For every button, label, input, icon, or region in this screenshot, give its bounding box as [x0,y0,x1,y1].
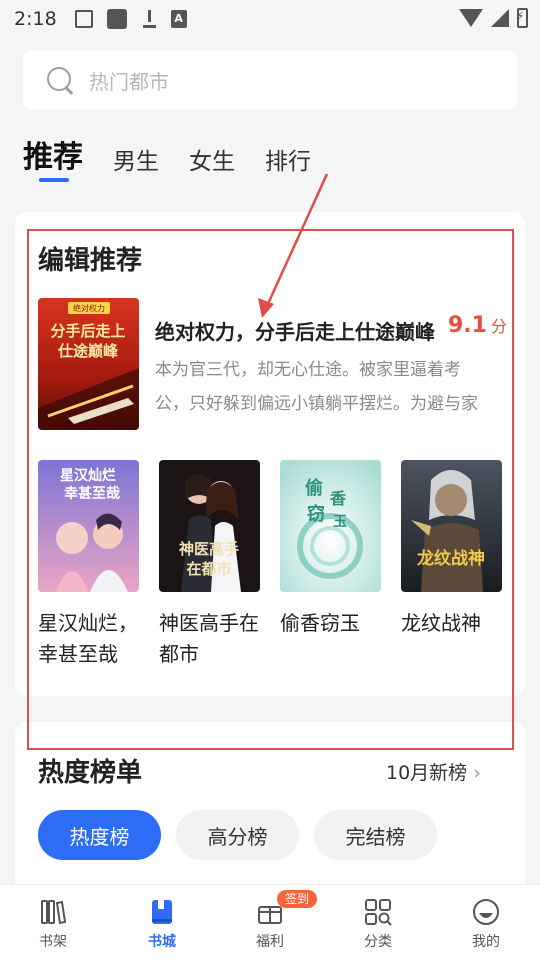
profile-icon [471,897,501,927]
svg-text:幸甚至哉: 幸甚至哉 [64,485,120,502]
pill-high-score[interactable]: 高分榜 [176,810,299,860]
category-tabs: 推荐 男生 女生 排行 [23,132,341,176]
book-item[interactable]: 星汉灿烂 幸甚至哉 星汉灿烂，幸甚至哉 [38,460,139,670]
svg-text:星汉灿烂: 星汉灿烂 [60,467,116,484]
chevron-right-icon: › [473,762,481,784]
nav-label: 书架 [39,934,67,950]
svg-text:玉: 玉 [333,514,347,530]
svg-text:香: 香 [329,489,347,508]
more-link-label[interactable]: 10月新榜 [386,762,467,784]
status-bar: 2:18 A [0,0,540,38]
tab-male[interactable]: 男生 [113,142,159,176]
nav-profile[interactable]: 我的 [441,885,531,960]
search-icon [45,65,75,95]
font-icon: A [170,10,187,28]
book-icon [147,897,177,927]
nav-label: 福利 [256,934,284,950]
bottom-nav: 书架 书城 福利 分类 我的 [0,884,540,960]
svg-text:在都市: 在都市 [186,560,231,578]
app-icon [106,9,127,29]
battery-icon [516,8,528,28]
wifi-icon [459,9,483,27]
cover-badge-text: 绝对权力 [73,303,105,313]
book-name[interactable]: 星汉灿烂，幸甚至哉 [38,608,139,670]
bookshelf-icon [38,897,68,927]
pill-hot[interactable]: 热度榜 [38,810,161,860]
featured-book-title[interactable]: 绝对权力，分手后走上仕途巅峰 [155,316,440,345]
more-rankings-link[interactable]: 10月新榜 › [386,758,481,785]
checkin-badge: 签到 [277,890,318,908]
svg-text:仕途巅峰: 仕途巅峰 [57,342,119,360]
book-item[interactable]: 神医高手 在都市 神医高手在都市 [159,460,260,670]
featured-book-description[interactable]: 本为官三代，却无心仕途。被家里逼着考公，只好躲到偏远小镇躺平摆烂。为避与家族联姻… [155,353,490,421]
book-cover[interactable]: 神医高手 在都市 [159,460,260,592]
editor-picks-title: 编辑推荐 [38,246,143,276]
book-name[interactable]: 神医高手在都市 [159,608,260,670]
search-placeholder[interactable]: 热门都市 [89,66,169,95]
image-icon [74,10,93,28]
nav-label: 我的 [472,934,500,950]
nav-bookstore[interactable]: 书城 [117,885,207,960]
nav-label: 分类 [364,934,392,950]
svg-text:窃: 窃 [307,503,325,525]
featured-book-cover[interactable]: 绝对权力 分手后走上 仕途巅峰 [38,298,139,430]
nav-bookshelf[interactable]: 书架 [8,885,98,960]
download-icon [141,10,157,28]
book-cover[interactable]: 星汉灿烂 幸甚至哉 [38,460,139,592]
search-bar[interactable]: 热门都市 [23,51,517,109]
rating-value: 9.1 [448,313,487,338]
book-item[interactable]: 龙纹战神 龙纹战神 [401,460,502,670]
svg-text:神医高手: 神医高手 [179,540,239,558]
pill-completed[interactable]: 完结榜 [314,810,437,860]
featured-book-rating: 9.1 分 [448,313,507,338]
book-cover[interactable]: 偷 香 窃 玉 [280,460,381,592]
status-time: 2:18 [14,8,57,30]
rating-unit: 分 [490,317,507,336]
svg-text:偷: 偷 [305,477,323,499]
book-item[interactable]: 偷 香 窃 玉 偷香窃玉 [280,460,381,670]
svg-text:分手后走上: 分手后走上 [50,322,125,340]
book-name[interactable]: 龙纹战神 [401,608,502,670]
active-tab-indicator [39,178,69,182]
book-name[interactable]: 偷香窃玉 [280,608,381,670]
svg-text:龙纹战神: 龙纹战神 [416,548,485,569]
book-cover[interactable]: 龙纹战神 [401,460,502,592]
tab-ranking[interactable]: 排行 [265,142,311,176]
nav-label: 书城 [148,934,176,950]
tab-female[interactable]: 女生 [189,142,235,176]
signal-icon [491,9,509,27]
category-icon [363,897,393,927]
nav-category[interactable]: 分类 [333,885,423,960]
hot-list-title: 热度榜单 [38,758,143,788]
tab-recommend[interactable]: 推荐 [23,132,83,176]
